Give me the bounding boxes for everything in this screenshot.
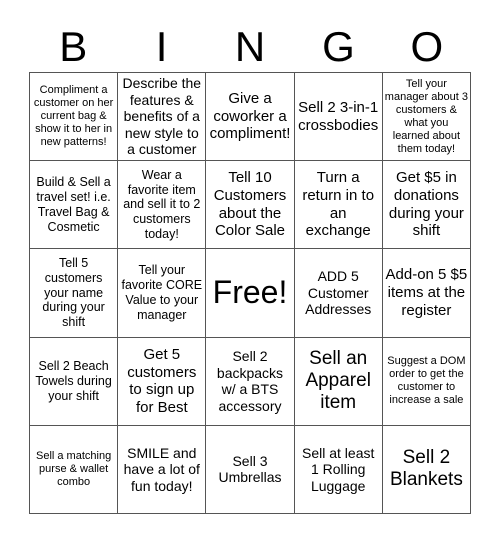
header-letter-g: G (322, 23, 355, 70)
bingo-cell[interactable]: Get 5 customers to sign up for Best (118, 337, 207, 426)
bingo-cell[interactable]: Sell at least 1 Rolling Luggage (294, 425, 383, 514)
bingo-cell[interactable]: Sell 2 Blankets (382, 425, 471, 514)
header-letter-b: B (59, 23, 88, 70)
bingo-cell[interactable]: Sell 2 3-in-1 crossbodies (294, 73, 383, 162)
free-space[interactable]: Free! (206, 249, 295, 338)
bingo-cell[interactable]: Add-on 5 $5 items at the register (382, 249, 471, 338)
bingo-cell[interactable]: Sell 2 backpacks w/ a BTS accessory (206, 337, 295, 426)
bingo-cell[interactable]: Sell a matching purse & wallet combo (30, 425, 119, 514)
bingo-cell[interactable]: Sell an Apparel item (294, 337, 383, 426)
bingo-cell[interactable]: Tell your manager about 3 customers & wh… (382, 73, 471, 162)
bingo-cell[interactable]: Sell 3 Umbrellas (206, 425, 295, 514)
bingo-cell[interactable]: Give a coworker a compliment! (206, 73, 295, 162)
bingo-cell[interactable]: Turn a return in to an exchange (294, 161, 383, 250)
bingo-cell[interactable]: Suggest a DOM order to get the customer … (382, 337, 471, 426)
bingo-cell[interactable]: Build & Sell a travel set! i.e. Travel B… (30, 161, 119, 250)
header-letter-n: N (234, 23, 266, 70)
bingo-header: B I N G O (29, 22, 471, 72)
bingo-cell[interactable]: ADD 5 Customer Addresses (294, 249, 383, 338)
bingo-cell[interactable]: Wear a favorite item and sell it to 2 cu… (118, 161, 207, 250)
bingo-cell[interactable]: Compliment a customer on her current bag… (30, 73, 119, 162)
header-letter-o: O (410, 23, 444, 70)
bingo-cell[interactable]: Tell 10 Customers about the Color Sale (206, 161, 295, 250)
bingo-cell[interactable]: SMILE and have a lot of fun today! (118, 425, 207, 514)
header-letter-i: I (155, 23, 168, 70)
bingo-grid: Compliment a customer on her current bag… (29, 72, 471, 514)
bingo-cell[interactable]: Get $5 in donations during your shift (382, 161, 471, 250)
bingo-cell[interactable]: Tell 5 customers your name during your s… (30, 249, 119, 338)
bingo-cell[interactable]: Tell your favorite CORE Value to your ma… (118, 249, 207, 338)
bingo-cell[interactable]: Describe the features & benefits of a ne… (118, 73, 207, 162)
bingo-cell[interactable]: Sell 2 Beach Towels during your shift (30, 337, 119, 426)
